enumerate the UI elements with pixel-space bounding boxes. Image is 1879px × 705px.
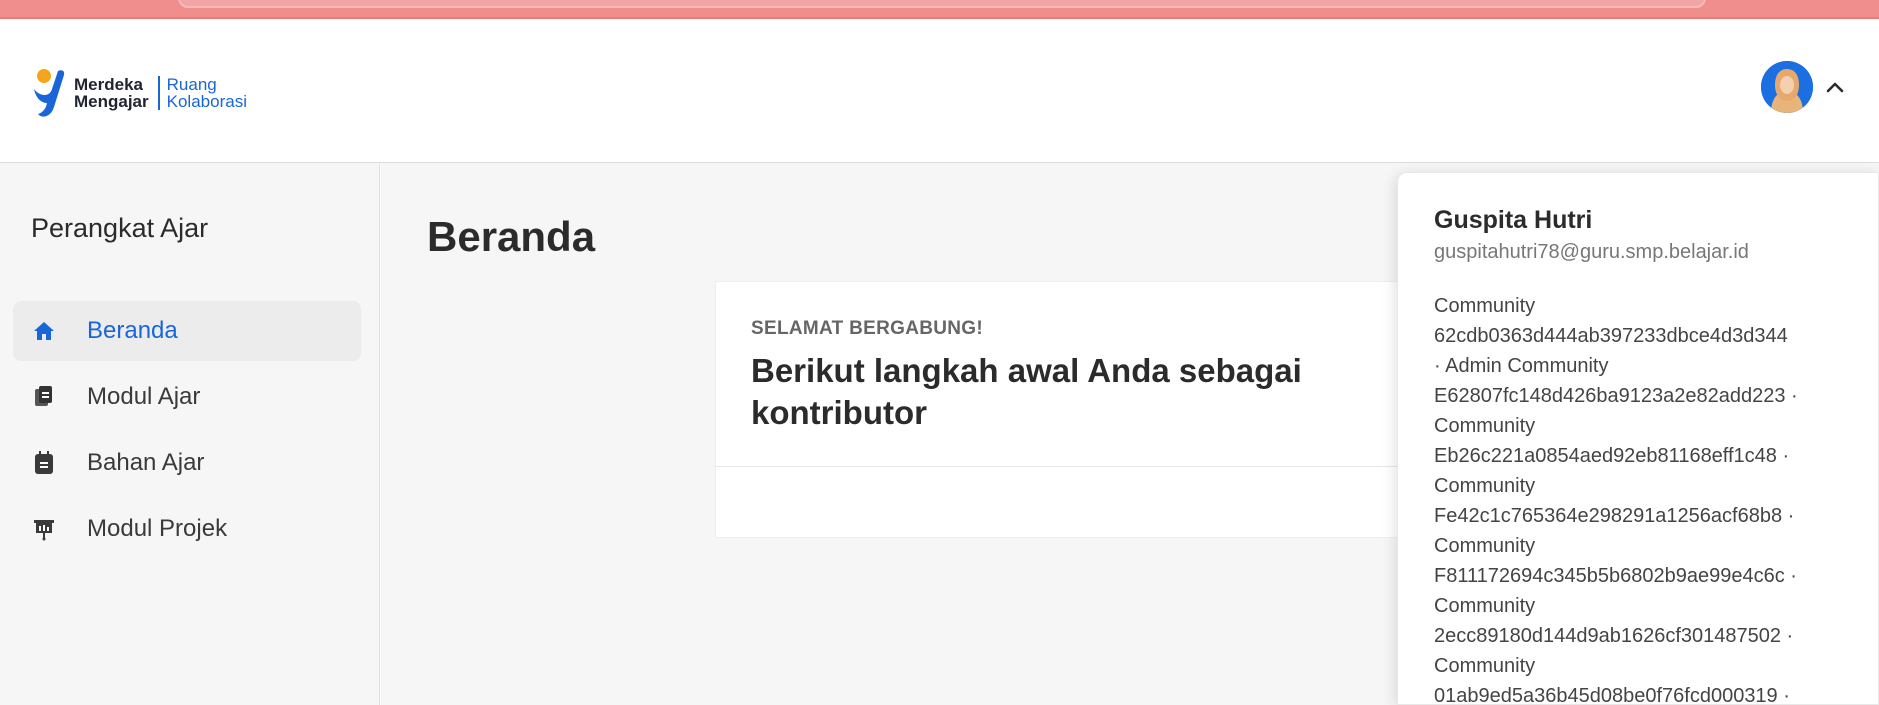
presentation-board-icon [31, 516, 57, 542]
role-line: Community [1434, 655, 1536, 677]
welcome-card-heading-line1: Berikut langkah awal Anda sebagai [751, 352, 1302, 389]
sidebar-item-label: Modul Projek [87, 515, 228, 542]
sidebar-title: Perangkat Ajar [31, 213, 209, 243]
role-line: Fe42c1c765364e298291a1256acf68b8 · [1434, 505, 1795, 527]
role-line: 2ecc89180d144d9ab1626cf301487502 · [1434, 625, 1794, 647]
chevron-up-icon[interactable] [1823, 76, 1847, 100]
top-banner [0, 0, 1879, 19]
sidebar: Perangkat Ajar Beranda Modul Ajar Bahan … [0, 163, 380, 705]
role-line: Eb26c221a0854aed92eb81168eff1c48 · [1434, 445, 1790, 467]
role-line: F811172694c345b5b6802b9ae99e4c6c · [1434, 565, 1797, 587]
sidebar-item-beranda[interactable]: Beranda [13, 301, 361, 361]
sidebar-item-label: Beranda [87, 317, 178, 344]
welcome-card-heading: Berikut langkah awal Anda sebagai kontri… [751, 350, 1459, 434]
user-avatar[interactable] [1761, 61, 1813, 113]
role-line: 01ab9ed5a36b45d08be0f76fcd000319 · [1434, 685, 1790, 705]
role-line: Community [1434, 415, 1536, 437]
role-line: E62807fc148d426ba9123a2e82add223 · [1434, 385, 1798, 407]
welcome-card: SELAMAT BERGABUNG! Berikut langkah awal … [715, 281, 1495, 538]
profile-email: guspitahutri78@guru.smp.belajar.id [1434, 241, 1749, 263]
brand-subtitle-line2: Kolaborasi [166, 92, 247, 111]
role-line: Community [1434, 295, 1536, 317]
role-line: Community [1434, 535, 1536, 557]
sidebar-item-modul-projek[interactable]: Modul Projek [13, 499, 361, 559]
page-title: Beranda [427, 213, 596, 260]
app-header: Merdeka Mengajar Ruang Kolaborasi [0, 19, 1879, 163]
brand-subtitle: Ruang Kolaborasi [160, 76, 247, 110]
profile-dropdown: Guspita Hutri guspitahutri78@guru.smp.be… [1397, 172, 1879, 705]
role-line: Community [1434, 595, 1536, 617]
sidebar-item-label: Modul Ajar [87, 383, 201, 410]
sidebar-item-modul-ajar[interactable]: Modul Ajar [13, 367, 361, 427]
merdeka-mengajar-logo-icon [30, 67, 68, 119]
brand-logo[interactable]: Merdeka Mengajar Ruang Kolaborasi [30, 67, 247, 119]
brand-subtitle-line1: Ruang [166, 75, 217, 94]
welcome-card-kicker: SELAMAT BERGABUNG! [751, 318, 983, 339]
documents-icon [31, 384, 57, 410]
home-icon [31, 318, 57, 344]
address-bar[interactable] [178, 0, 1706, 8]
welcome-card-header: SELAMAT BERGABUNG! Berikut langkah awal … [716, 282, 1494, 467]
notebook-icon [31, 450, 57, 476]
brand-title-line1: Merdeka [74, 75, 143, 94]
welcome-card-heading-line2: kontributor [751, 394, 927, 431]
sidebar-item-label: Bahan Ajar [87, 449, 205, 476]
profile-roles: Community 62cdb0363d444ab397233dbce4d3d3… [1434, 291, 1874, 705]
sidebar-item-bahan-ajar[interactable]: Bahan Ajar [13, 433, 361, 493]
brand-title-line2: Mengajar [74, 92, 149, 111]
role-line: Community [1434, 475, 1536, 497]
role-line: 62cdb0363d444ab397233dbce4d3d344 [1434, 325, 1788, 347]
profile-name: Guspita Hutri [1434, 206, 1593, 234]
role-line: · Admin Community [1434, 355, 1609, 377]
brand-title: Merdeka Mengajar [74, 76, 160, 110]
